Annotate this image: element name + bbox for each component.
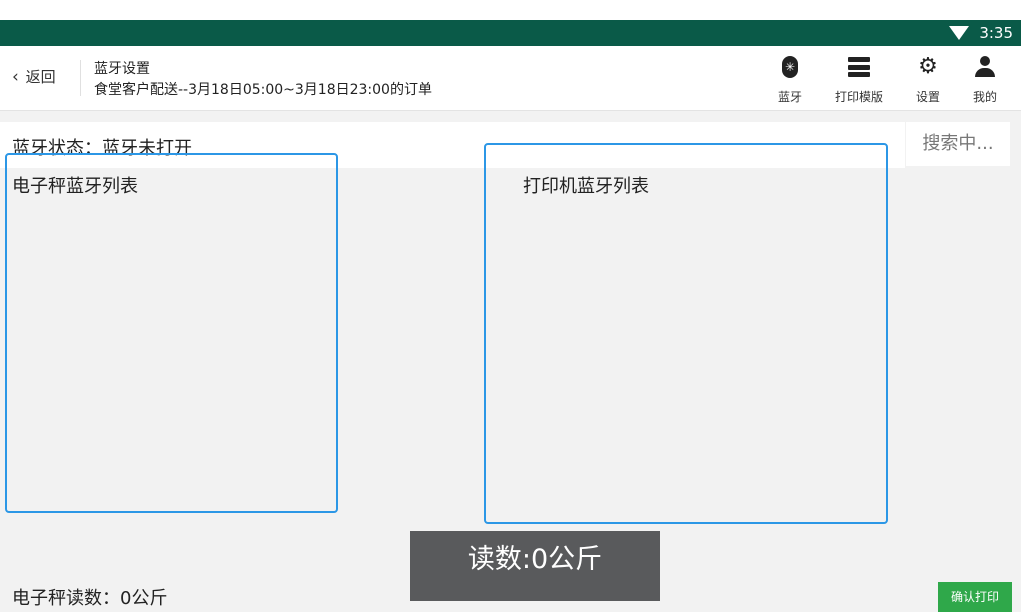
reading-toast: 读数:0公斤	[410, 531, 660, 601]
status-time: 3:35	[979, 24, 1013, 42]
nav-label-bluetooth: 蓝牙	[777, 90, 802, 104]
nav-label-mine: 我的	[972, 90, 997, 104]
gear-icon: ⚙	[918, 54, 938, 79]
scale-list-title: 电子秤蓝牙列表	[12, 176, 138, 197]
back-label: 返回	[25, 68, 56, 86]
user-icon	[975, 56, 995, 78]
wifi-icon	[949, 26, 969, 40]
header-divider	[80, 60, 81, 96]
nav-print-template[interactable]: 打印模版	[824, 54, 894, 105]
bluetooth-icon: ✳	[782, 56, 798, 78]
page-title: 蓝牙设置	[94, 61, 150, 77]
confirm-print-button[interactable]: 确认打印	[938, 582, 1012, 612]
print-template-icon	[848, 57, 870, 77]
back-button[interactable]: ‹ 返回	[12, 66, 56, 87]
scale-bluetooth-list[interactable]	[5, 153, 338, 513]
app-header: ‹ 返回 蓝牙设置 食堂客户配送--3月18日05:00~3月18日23:00的…	[0, 46, 1021, 111]
nav-mine[interactable]: 我的	[950, 54, 1020, 105]
page-subtitle: 食堂客户配送--3月18日05:00~3月18日23:00的订单	[94, 82, 432, 98]
search-button[interactable]: 搜索中...	[906, 122, 1010, 166]
nav-bluetooth[interactable]: ✳ 蓝牙	[755, 54, 825, 105]
nav-label-print-template: 打印模版	[834, 90, 883, 104]
printer-list-title: 打印机蓝牙列表	[523, 176, 649, 197]
printer-bluetooth-list[interactable]	[484, 143, 888, 524]
system-status-bar: 3:35	[0, 20, 1021, 46]
top-blank-area	[0, 0, 1021, 20]
scale-reading-text: 电子秤读数：0公斤	[12, 588, 168, 609]
chevron-left-icon: ‹	[12, 67, 19, 87]
